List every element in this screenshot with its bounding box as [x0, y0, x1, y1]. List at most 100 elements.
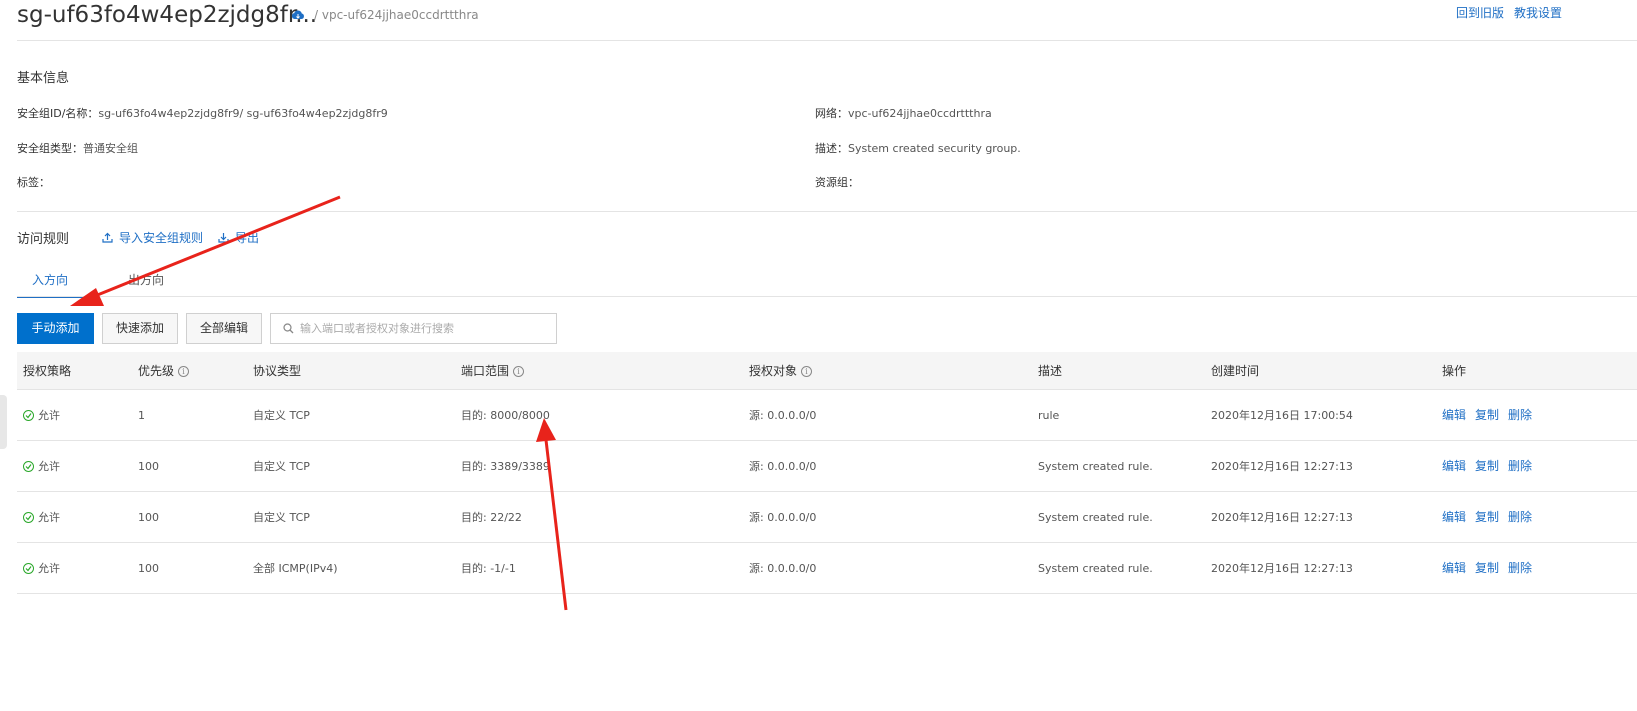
check-circle-icon	[23, 410, 34, 421]
copy-link[interactable]: 复制	[1475, 510, 1499, 524]
port-cell: 目的: 22/22	[461, 511, 522, 524]
breadcrumb-vpc[interactable]: / vpc-uf624jjhae0ccdrttthra	[314, 8, 479, 22]
network-label: 网络：	[815, 107, 848, 120]
source-cell: 源: 0.0.0.0/0	[749, 460, 817, 473]
network-row: 网络：vpc-uf624jjhae0ccdrttthra	[815, 105, 992, 121]
download-icon	[218, 233, 229, 243]
search-input[interactable]	[300, 322, 540, 335]
sg-id-label: 安全组ID/名称：	[17, 107, 99, 120]
sg-id-row: 安全组ID/名称：sg-uf63fo4w4ep2zjdg8fr9/ sg-uf6…	[17, 105, 388, 121]
description-cell: System created rule.	[1038, 562, 1153, 575]
description-cell: System created rule.	[1038, 511, 1153, 524]
cloud-icon[interactable]	[291, 9, 305, 21]
security-group-page: sg-uf63fo4w4ep2zjdg8fr... / vpc-uf624jjh…	[0, 0, 1637, 711]
tab-inbound[interactable]: 入方向	[17, 262, 83, 298]
created-cell: 2020年12月16日 12:27:13	[1211, 460, 1353, 473]
edit-all-button[interactable]: 全部编辑	[186, 313, 262, 344]
protocol-cell: 自定义 TCP	[253, 409, 310, 422]
network-value: vpc-uf624jjhae0ccdrttthra	[848, 107, 992, 120]
sg-type-row: 安全组类型：普通安全组	[17, 140, 138, 156]
col-priority: 优先级 i	[138, 352, 190, 390]
source-cell: 源: 0.0.0.0/0	[749, 511, 817, 524]
info-divider	[17, 211, 1637, 212]
col-port-range: 端口范围 i	[461, 352, 525, 390]
description-cell: rule	[1038, 409, 1060, 422]
created-cell: 2020年12月16日 12:27:13	[1211, 511, 1353, 524]
protocol-cell: 自定义 TCP	[253, 511, 310, 524]
description-row: 描述：System created security group.	[815, 140, 1021, 156]
tabs-divider	[17, 296, 1637, 297]
created-cell: 2020年12月16日 12:27:13	[1211, 562, 1353, 575]
search-box[interactable]	[270, 313, 557, 344]
tab-outbound[interactable]: 出方向	[113, 262, 179, 298]
policy-cell: 允许	[23, 492, 60, 543]
description-label: 描述：	[815, 142, 848, 155]
actions-cell: 编辑 复制 删除	[1442, 390, 1541, 441]
sidebar-collapse-handle[interactable]	[0, 395, 7, 449]
back-to-old-version-link[interactable]: 回到旧版	[1456, 4, 1504, 21]
export-label: 导出	[235, 231, 260, 245]
access-rules-title: 访问规则	[17, 232, 70, 247]
sg-type-label: 安全组类型：	[17, 142, 83, 155]
priority-cell: 1	[138, 409, 145, 422]
port-cell: 目的: -1/-1	[461, 562, 516, 575]
info-icon[interactable]: i	[178, 365, 190, 377]
tag-row: 标签：	[17, 174, 50, 190]
col-protocol: 协议类型	[253, 364, 302, 378]
basic-info-title: 基本信息	[17, 71, 70, 86]
header-divider	[17, 40, 1637, 41]
quick-add-button[interactable]: 快速添加	[102, 313, 178, 344]
tag-label: 标签：	[17, 176, 50, 189]
copy-link[interactable]: 复制	[1475, 561, 1499, 575]
delete-link[interactable]: 删除	[1508, 408, 1532, 422]
check-circle-icon	[23, 563, 34, 574]
priority-cell: 100	[138, 460, 159, 473]
edit-link[interactable]: 编辑	[1442, 459, 1466, 473]
copy-link[interactable]: 复制	[1475, 408, 1499, 422]
delete-link[interactable]: 删除	[1508, 561, 1532, 575]
col-created-time: 创建时间	[1211, 364, 1260, 378]
page-title: sg-uf63fo4w4ep2zjdg8fr...	[17, 2, 318, 28]
priority-cell: 100	[138, 562, 159, 575]
sg-id-value: sg-uf63fo4w4ep2zjdg8fr9/ sg-uf63fo4w4ep2…	[98, 107, 388, 120]
edit-link[interactable]: 编辑	[1442, 408, 1466, 422]
col-source: 授权对象 i	[749, 352, 813, 390]
manual-add-button[interactable]: 手动添加	[17, 313, 94, 344]
port-cell: 目的: 8000/8000	[461, 409, 550, 422]
description-cell: System created rule.	[1038, 460, 1153, 473]
table-row: 允许 100 自定义 TCP 目的: 22/22 源: 0.0.0.0/0 Sy…	[17, 492, 1637, 543]
policy-cell: 允许	[23, 441, 60, 492]
import-rules-link[interactable]: 导入安全组规则	[102, 229, 203, 246]
policy-cell: 允许	[23, 390, 60, 441]
export-link[interactable]: 导出	[218, 229, 259, 246]
protocol-cell: 全部 ICMP(IPv4)	[253, 562, 338, 575]
annotation-arrow	[70, 195, 341, 306]
actions-cell: 编辑 复制 删除	[1442, 543, 1541, 594]
actions-cell: 编辑 复制 删除	[1442, 492, 1541, 543]
table-row: 允许 100 自定义 TCP 目的: 3389/3389 源: 0.0.0.0/…	[17, 441, 1637, 492]
edit-link[interactable]: 编辑	[1442, 510, 1466, 524]
sg-type-value: 普通安全组	[83, 142, 138, 155]
edit-link[interactable]: 编辑	[1442, 561, 1466, 575]
source-cell: 源: 0.0.0.0/0	[749, 409, 817, 422]
copy-link[interactable]: 复制	[1475, 459, 1499, 473]
check-circle-icon	[23, 512, 34, 523]
table-header: 授权策略 优先级 i 协议类型 端口范围 i 授权对象 i 描述 创建时间 操作	[17, 352, 1637, 390]
resource-group-label: 资源组：	[815, 176, 859, 189]
policy-cell: 允许	[23, 543, 60, 594]
delete-link[interactable]: 删除	[1508, 510, 1532, 524]
port-cell: 目的: 3389/3389	[461, 460, 550, 473]
info-icon[interactable]: i	[513, 365, 525, 377]
col-policy: 授权策略	[23, 364, 72, 378]
col-description: 描述	[1038, 364, 1063, 378]
resource-group-row: 资源组：	[815, 174, 859, 190]
teach-me-setup-link[interactable]: 教我设置	[1514, 4, 1562, 21]
delete-link[interactable]: 删除	[1508, 459, 1532, 473]
upload-icon	[102, 232, 113, 243]
protocol-cell: 自定义 TCP	[253, 460, 310, 473]
info-icon[interactable]: i	[801, 365, 813, 377]
col-actions: 操作	[1442, 364, 1467, 378]
check-circle-icon	[23, 461, 34, 472]
import-rules-label: 导入安全组规则	[119, 231, 204, 245]
table-row: 允许 100 全部 ICMP(IPv4) 目的: -1/-1 源: 0.0.0.…	[17, 543, 1637, 594]
